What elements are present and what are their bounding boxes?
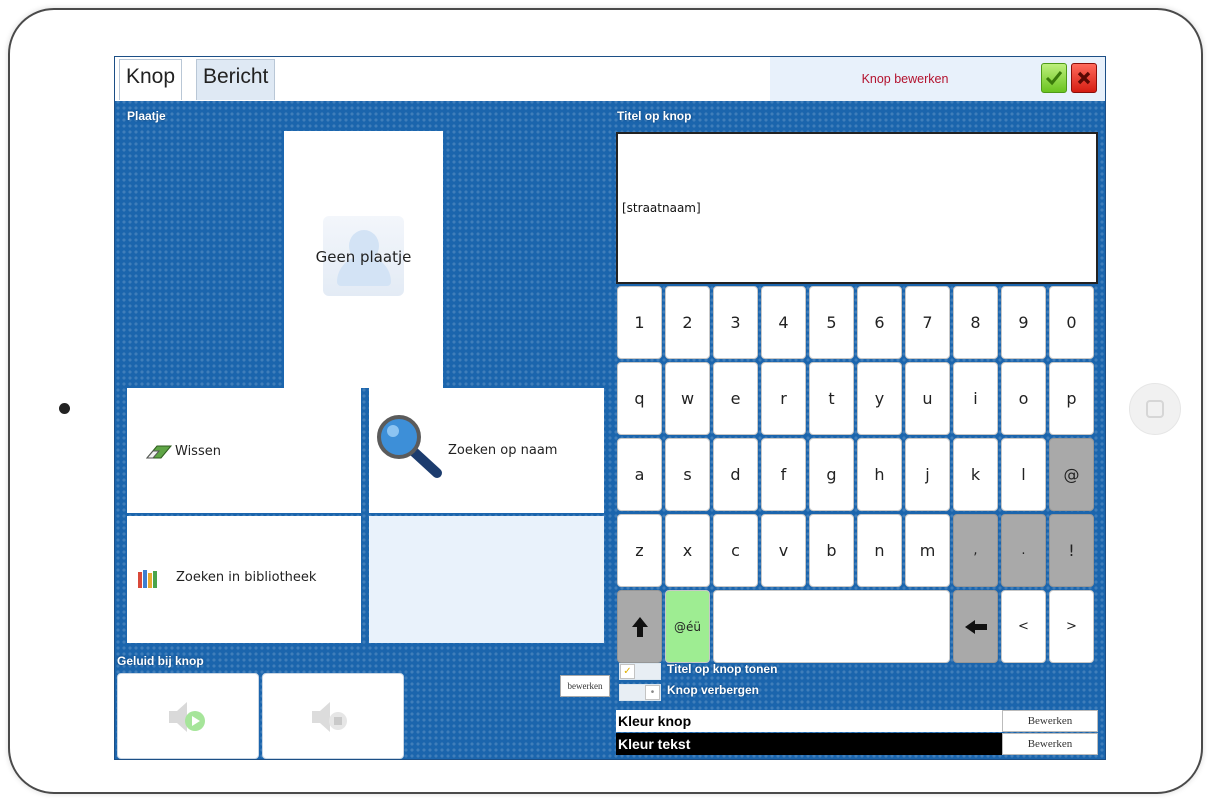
tab-bericht[interactable]: Bericht [196,59,276,100]
hide-button-label: Knop verbergen [667,683,760,697]
confirm-button[interactable] [1041,63,1067,93]
shift-key[interactable] [617,590,662,663]
key-w[interactable]: w [665,362,710,435]
speaker-play-icon [169,702,205,732]
key-4[interactable]: 4 [761,286,806,359]
hide-button-toggle[interactable]: • [619,684,661,701]
bulb-on-icon: ✓ [620,664,635,679]
key-f[interactable]: f [761,438,806,511]
key-g[interactable]: g [809,438,854,511]
edit-button-color-button[interactable]: Bewerken [1002,710,1098,732]
library-books-icon [138,570,157,588]
close-x-icon [1077,71,1091,85]
key-k[interactable]: k [953,438,998,511]
key-1[interactable]: 1 [617,286,662,359]
key-h[interactable]: h [857,438,902,511]
show-title-toggle[interactable]: ✓ [619,663,661,680]
key-x[interactable]: x [665,514,710,587]
key-y[interactable]: y [857,362,902,435]
picture-preview[interactable]: Geen plaatje [284,131,443,388]
home-square-icon [1146,400,1164,418]
clear-label: Wissen [175,444,221,459]
button-color-row: Kleur knop Bewerken [616,710,1098,732]
sound-edit-button[interactable]: bewerken [560,675,610,697]
picture-section-label: Plaatje [127,109,166,123]
key-5[interactable]: 5 [809,286,854,359]
title-input[interactable]: [straatnaam] [616,132,1098,284]
key-l[interactable]: l [1001,438,1046,511]
magnifier-icon [377,415,442,478]
cancel-button[interactable] [1071,63,1097,93]
title-section-label: Titel op knop [617,109,692,123]
bulb-off-icon: • [645,685,660,700]
option-hide-button: • Knop verbergen [619,683,919,701]
key-q[interactable]: q [617,362,662,435]
key-7[interactable]: 7 [905,286,950,359]
empty-tile [369,516,604,643]
search-library-label: Zoeken in bibliotheek [176,570,317,585]
checkmark-icon [1045,71,1063,86]
arrow-left-icon [964,619,987,634]
key-v[interactable]: v [761,514,806,587]
key-exclamation[interactable]: ! [1049,514,1094,587]
search-by-name-button[interactable]: Zoeken op naam [369,388,604,513]
key-m[interactable]: m [905,514,950,587]
key-8[interactable]: 8 [953,286,998,359]
search-by-name-label: Zoeken op naam [448,443,558,458]
key-p[interactable]: p [1049,362,1094,435]
key-comma[interactable]: , [953,514,998,587]
text-color-row: Kleur tekst Bewerken [616,733,1098,755]
key-n[interactable]: n [857,514,902,587]
key-j[interactable]: j [905,438,950,511]
clear-picture-button[interactable]: Wissen [127,388,361,513]
key-o[interactable]: o [1001,362,1046,435]
play-sound-button[interactable] [117,673,259,759]
edit-text-color-button[interactable]: Bewerken [1002,733,1098,755]
key-0[interactable]: 0 [1049,286,1094,359]
on-screen-keyboard: 1 2 3 4 5 6 7 8 9 0 q w e r t y u i o p … [615,285,1100,663]
key-i[interactable]: i [953,362,998,435]
title-value: [straatnaam] [622,201,701,215]
page-title: Knop bewerken [861,72,949,86]
key-6[interactable]: 6 [857,286,902,359]
special-chars-key[interactable]: @éü [665,590,710,663]
key-b[interactable]: b [809,514,854,587]
key-r[interactable]: r [761,362,806,435]
key-t[interactable]: t [809,362,854,435]
backspace-key[interactable] [953,590,998,663]
stop-sound-button[interactable] [262,673,404,759]
key-greater-than[interactable]: > [1049,590,1094,663]
home-button[interactable] [1129,383,1181,435]
key-u[interactable]: u [905,362,950,435]
speaker-stop-icon [312,702,347,732]
key-less-than[interactable]: < [1001,590,1046,663]
key-2[interactable]: 2 [665,286,710,359]
key-d[interactable]: d [713,438,758,511]
key-9[interactable]: 9 [1001,286,1046,359]
key-c[interactable]: c [713,514,758,587]
search-library-button[interactable]: Zoeken in bibliotheek [127,516,361,643]
key-s[interactable]: s [665,438,710,511]
key-at[interactable]: @ [1049,438,1094,511]
tab-knop[interactable]: Knop [119,59,183,100]
key-e[interactable]: e [713,362,758,435]
arrow-up-icon [631,616,648,637]
sound-section-label: Geluid bij knop [117,654,204,668]
header-bar: Knop Bericht Knop bewerken [115,57,1105,101]
key-period[interactable]: . [1001,514,1046,587]
text-color-swatch: Kleur tekst [616,733,1002,755]
show-title-label: Titel op knop tonen [667,662,778,676]
no-picture-label: Geen plaatje [315,248,412,266]
key-3[interactable]: 3 [713,286,758,359]
edit-button-screen: Knop Bericht Knop bewerken Plaatje Geen … [114,56,1106,760]
button-color-swatch: Kleur knop [616,710,1002,732]
space-key[interactable] [713,590,950,663]
key-a[interactable]: a [617,438,662,511]
eraser-icon [145,445,173,459]
camera-icon [59,403,70,414]
option-show-title: ✓ Titel op knop tonen [619,662,919,680]
key-z[interactable]: z [617,514,662,587]
